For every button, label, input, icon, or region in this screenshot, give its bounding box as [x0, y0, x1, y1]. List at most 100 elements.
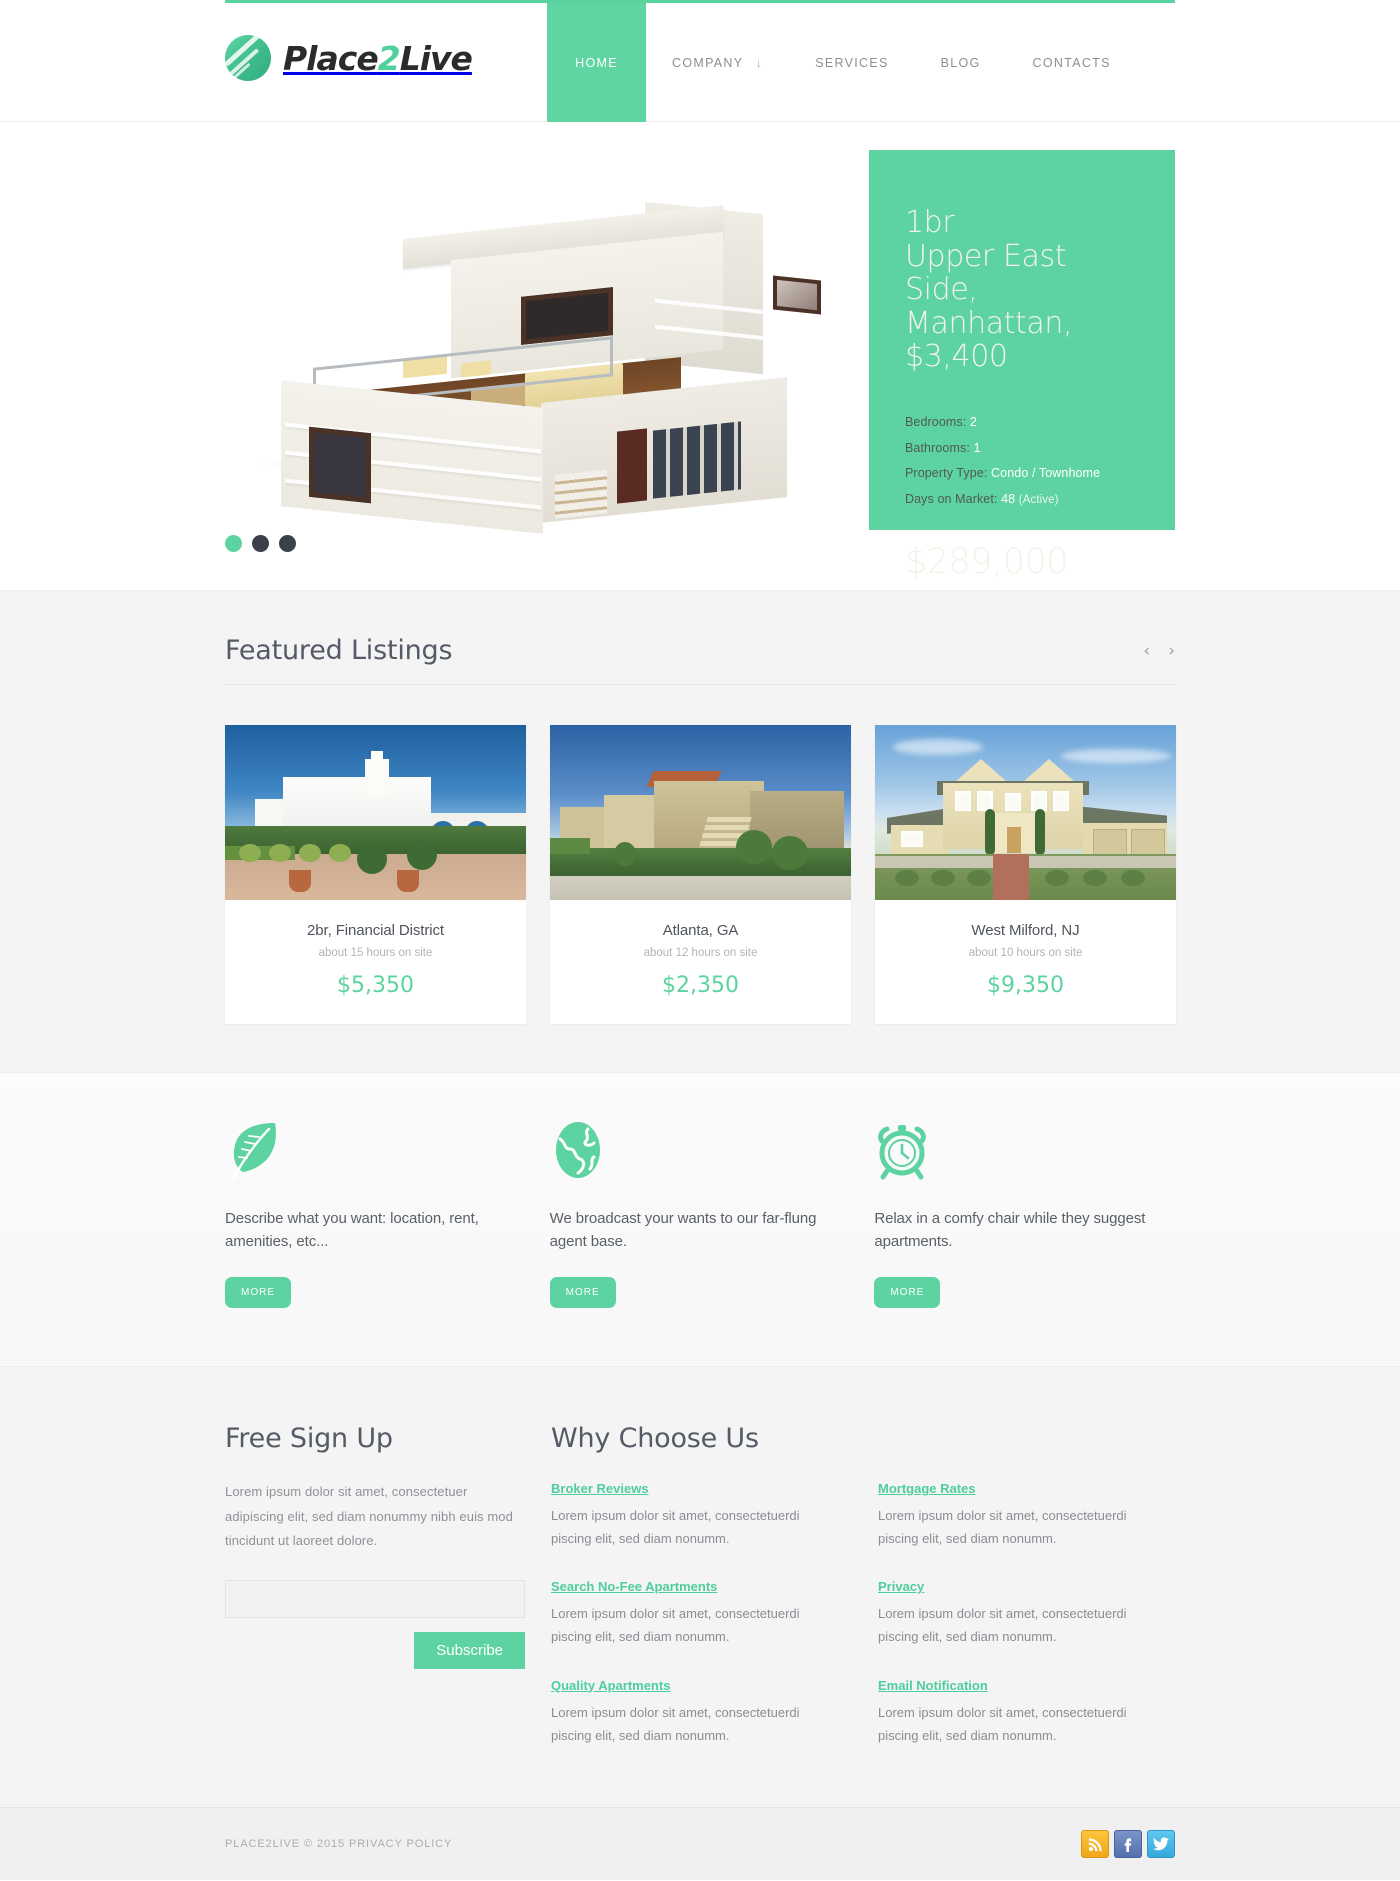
nav-item-home[interactable]: HOME [547, 3, 646, 122]
feature-text: We broadcast your wants to our far-flung… [549, 1210, 817, 1251]
listing-card[interactable]: Atlanta, GA about 12 hours on site $2,35… [550, 725, 851, 1024]
twitter-icon[interactable] [1147, 1830, 1175, 1859]
listing-price: $9,350 [987, 973, 1064, 998]
nav-item-services[interactable]: SERVICES [789, 3, 914, 122]
feature-text: Describe what you want: location, rent, … [225, 1210, 479, 1251]
logo-text: Place2Live [283, 38, 473, 78]
hero-slider: 1br Upper East Side, Manhattan, $3,400 B… [0, 122, 1400, 590]
featured-listings-header: Featured Listings ‹ › [225, 635, 1175, 685]
why-text: Lorem ipsum dolor sit amet, consectetuer… [878, 1704, 1127, 1743]
nav-label-blog: BLOG [940, 55, 981, 70]
hero-spec-bedrooms-value: 2 [969, 414, 977, 429]
logo-text-part2: Live [399, 38, 473, 78]
carousel-next-icon[interactable]: › [1168, 643, 1175, 660]
hero-title-line1: 1br [905, 205, 955, 240]
hero-spec-days-on-market: Days on Market: 48 (Active) [905, 487, 1139, 513]
nav-item-company[interactable]: COMPANY ↓ [646, 3, 789, 122]
page-title: Featured Listings [225, 635, 453, 666]
leaf-icon [225, 1119, 526, 1181]
nav-label-services: SERVICES [815, 55, 889, 70]
why-item: Quality Apartments Lorem ipsum dolor sit… [551, 1677, 841, 1747]
why-item: Mortgage Rates Lorem ipsum dolor sit ame… [878, 1480, 1168, 1550]
main-nav: HOME COMPANY ↓ SERVICES BLOG CONTACTS [547, 3, 1137, 122]
site-header: Place2Live HOME COMPANY ↓ SERVICES BLOG C… [0, 3, 1400, 122]
why-link-mortgage-rates[interactable]: Mortgage Rates [878, 1481, 976, 1496]
chevron-down-icon: ↓ [755, 55, 764, 70]
page-root: Place2Live HOME COMPANY ↓ SERVICES BLOG C… [0, 0, 1400, 1880]
hero-title-line2: Upper East Side, [905, 238, 1067, 308]
hero-title: 1br Upper East Side, Manhattan, $3,400 [905, 206, 1139, 374]
nav-item-contacts[interactable]: CONTACTS [1007, 3, 1137, 122]
globe-icon [550, 1119, 851, 1181]
why-link-privacy[interactable]: Privacy [878, 1579, 924, 1594]
carousel-nav: ‹ › [1143, 643, 1175, 666]
copyright-text: PLACE2LIVE © 2015 PRIVACY POLICY [225, 1838, 453, 1851]
logo[interactable]: Place2Live [225, 35, 473, 81]
slider-dot-2[interactable] [252, 535, 269, 552]
why-link-email-notification[interactable]: Email Notification [878, 1678, 988, 1693]
why-link-broker-reviews[interactable]: Broker Reviews [551, 1481, 649, 1496]
feature-text: Relax in a comfy chair while they sugges… [874, 1210, 1146, 1251]
listing-meta: about 10 hours on site [968, 947, 1083, 959]
listing-image-beige-townhomes [550, 725, 851, 900]
why-text: Lorem ipsum dolor sit amet, consectetuer… [551, 1606, 800, 1645]
leaf-circle-icon [225, 35, 271, 81]
why-text: Lorem ipsum dolor sit amet, consectetuer… [551, 1508, 800, 1547]
footer-content: Free Sign Up Lorem ipsum dolor sit amet,… [0, 1366, 1400, 1807]
logo-text-part1: Place [283, 38, 379, 78]
email-field[interactable] [225, 1580, 525, 1619]
social-links [1081, 1830, 1175, 1859]
nav-label-company: COMPANY [672, 55, 744, 70]
why-link-search-no-fee-apartments[interactable]: Search No-Fee Apartments [551, 1579, 717, 1594]
why-text: Lorem ipsum dolor sit amet, consectetuer… [878, 1508, 1127, 1547]
features-section: Describe what you want: location, rent, … [0, 1072, 1400, 1366]
carousel-prev-icon[interactable]: ‹ [1143, 643, 1150, 660]
slider-dot-3[interactable] [279, 535, 296, 552]
nav-item-blog[interactable]: BLOG [915, 3, 1007, 122]
facebook-icon[interactable] [1114, 1830, 1142, 1859]
listing-title: Atlanta, GA [662, 922, 739, 939]
featured-listings-section: Featured Listings ‹ › 2br, Financial Dis… [0, 590, 1400, 1072]
hero-spec-property-type-label: Property Type: [905, 466, 988, 481]
free-signup-title: Free Sign Up [225, 1423, 393, 1454]
free-signup-text: Lorem ipsum dolor sit amet, consectetuer… [225, 1484, 513, 1549]
more-button[interactable]: MORE [549, 1277, 616, 1308]
hero-spec-days-label: Days on Market: [905, 491, 998, 506]
alarm-clock-icon [874, 1119, 1175, 1181]
slider-dot-1[interactable] [225, 535, 242, 552]
why-choose-us-section: Why Choose Us Broker Reviews Lorem ipsum… [551, 1423, 1175, 1747]
why-text: Lorem ipsum dolor sit amet, consectetuer… [878, 1606, 1127, 1645]
listing-cards: 2br, Financial District about 15 hours o… [225, 685, 1176, 1072]
why-item: Privacy Lorem ipsum dolor sit amet, cons… [878, 1578, 1168, 1648]
hero-price: $289,000 [905, 542, 1069, 583]
feature-item: We broadcast your wants to our far-flung… [549, 1119, 851, 1308]
listing-image-mediterranean-villa [225, 725, 526, 900]
hero-spec-property-type-value: Condo / Townhome [991, 466, 1101, 481]
hero-spec-bedrooms: Bedrooms: 2 [905, 410, 1139, 436]
listing-price: $2,350 [662, 973, 739, 998]
listing-card[interactable]: 2br, Financial District about 15 hours o… [225, 725, 526, 1024]
feature-item: Relax in a comfy chair while they sugges… [874, 1119, 1175, 1308]
hero-property-image [225, 180, 845, 534]
nav-label-home: HOME [575, 55, 618, 70]
hero-spec-property-type: Property Type: Condo / Townhome [905, 461, 1139, 487]
why-choose-us-grid: Broker Reviews Lorem ipsum dolor sit ame… [551, 1480, 1175, 1747]
listing-title: 2br, Financial District [307, 922, 444, 939]
listing-price: $5,350 [337, 973, 414, 998]
listing-image-yellow-colonial [875, 725, 1176, 900]
listing-card[interactable]: West Milford, NJ about 10 hours on site … [875, 725, 1176, 1024]
hero-spec-bathrooms: Bathrooms: 1 [905, 436, 1139, 462]
hero-title-line3: Manhattan, $3,400 [905, 305, 1073, 375]
subscribe-button[interactable]: Subscribe [414, 1632, 525, 1670]
hero-property-card: 1br Upper East Side, Manhattan, $3,400 B… [869, 150, 1175, 582]
why-link-quality-apartments[interactable]: Quality Apartments [551, 1678, 670, 1693]
feature-item: Describe what you want: location, rent, … [225, 1119, 526, 1308]
nav-label-contacts: CONTACTS [1032, 55, 1111, 70]
rss-icon[interactable] [1081, 1830, 1109, 1859]
more-button[interactable]: MORE [874, 1277, 941, 1308]
more-button[interactable]: MORE [225, 1277, 291, 1308]
hero-spec-days-status: (Active) [1018, 493, 1059, 506]
why-item: Broker Reviews Lorem ipsum dolor sit ame… [551, 1480, 841, 1550]
slider-dots [225, 535, 296, 552]
why-choose-us-title: Why Choose Us [551, 1423, 759, 1454]
